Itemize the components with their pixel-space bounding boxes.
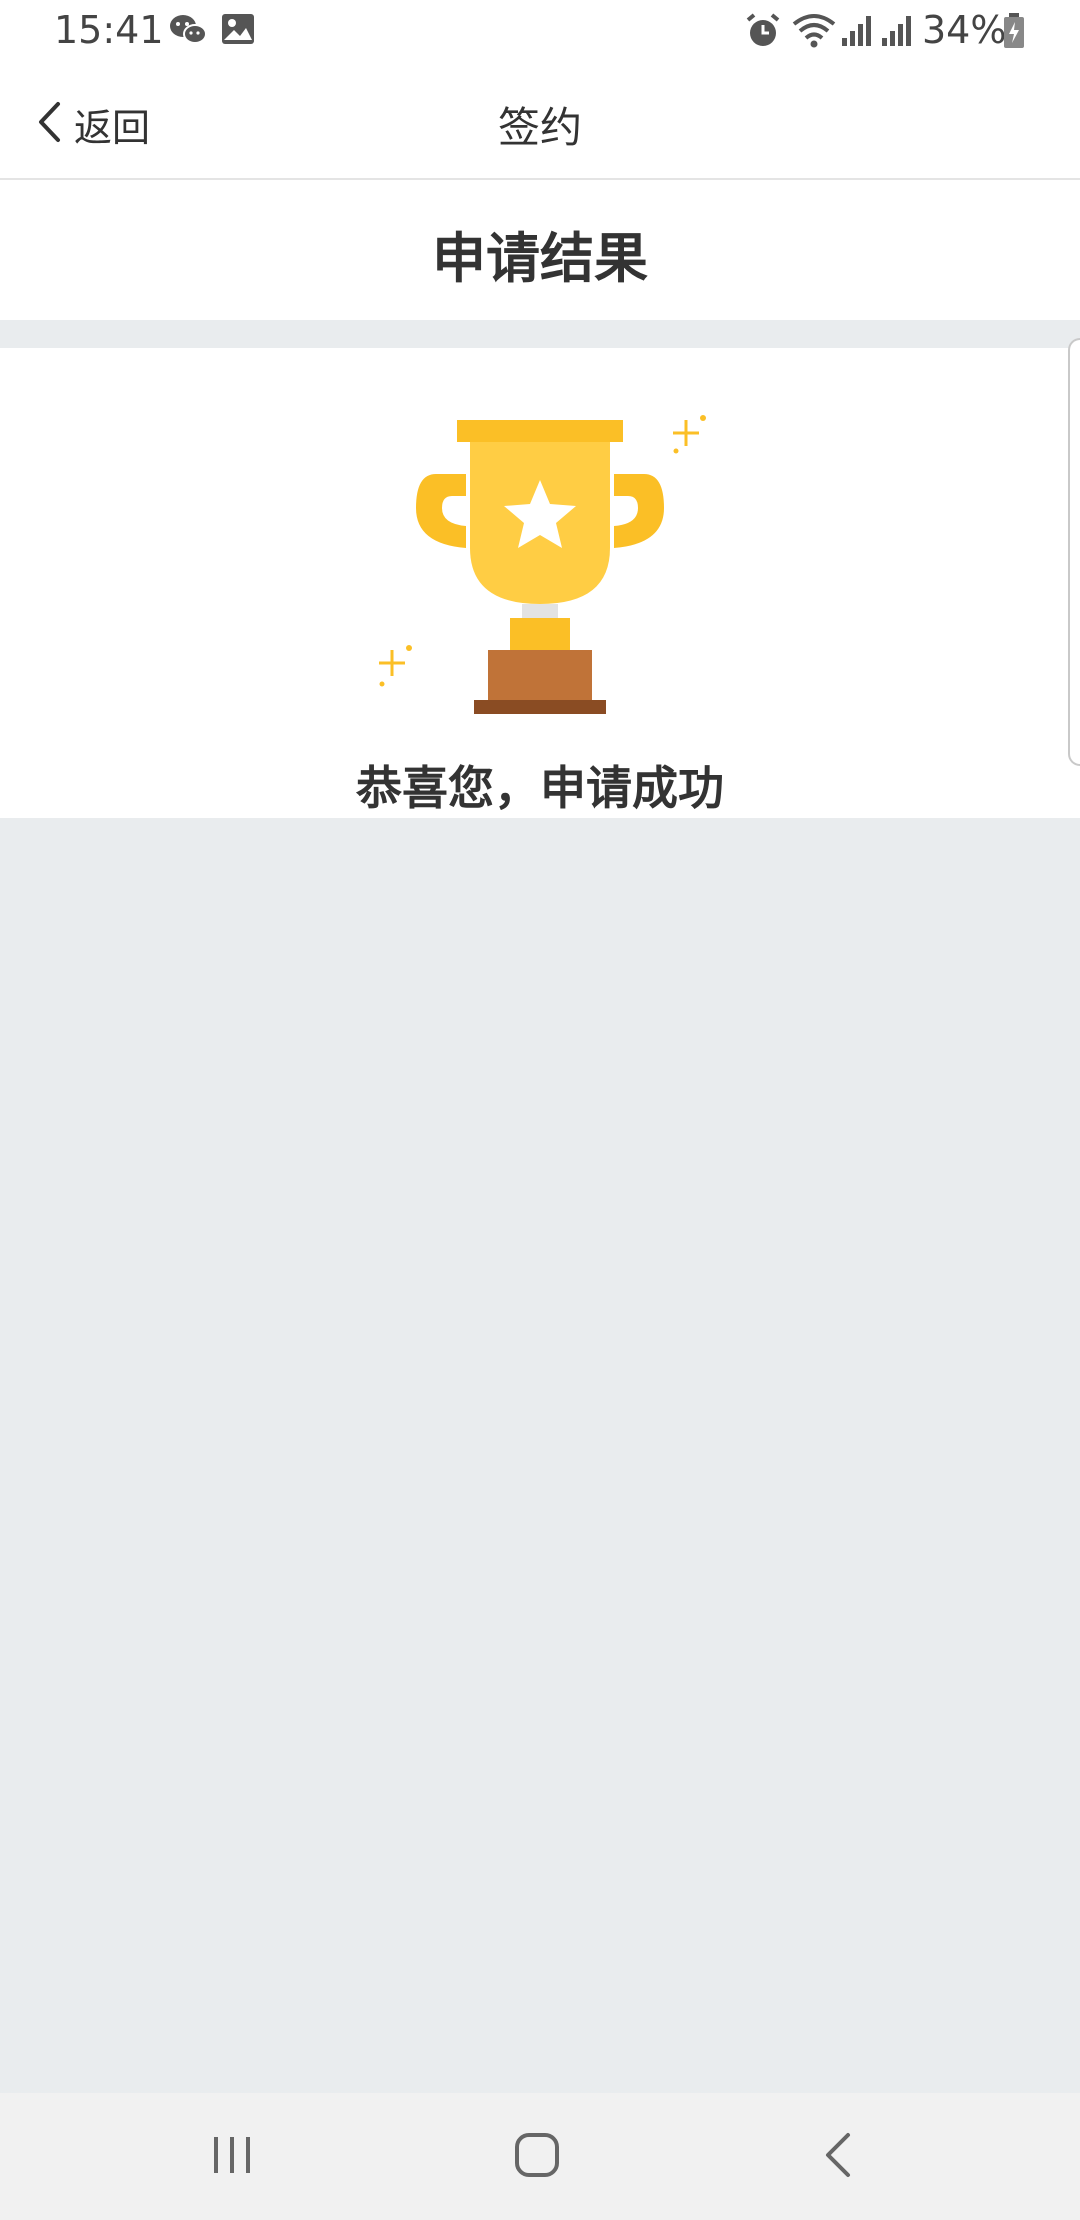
result-title: 申请结果 <box>432 227 648 290</box>
battery-charging-icon <box>1002 12 1026 54</box>
status-bar: 15:41 34% <box>0 0 1080 64</box>
wifi-icon <box>792 12 836 54</box>
result-header: 申请结果 <box>0 180 1080 320</box>
trophy-icon <box>370 378 710 728</box>
signal-icon <box>880 12 916 52</box>
battery-percent: 34% <box>922 8 1007 52</box>
edge-panel-handle[interactable] <box>1068 338 1080 766</box>
gallery-icon <box>220 12 256 50</box>
page-title: 签约 <box>497 103 582 152</box>
nav-header: 返回 签约 <box>0 64 1080 180</box>
success-message: 恭喜您，申请成功 <box>356 761 724 815</box>
status-time: 15:41 <box>54 8 164 52</box>
alarm-icon <box>744 12 782 54</box>
signal-icon <box>840 12 876 52</box>
wechat-icon <box>168 12 208 52</box>
success-card: 恭喜您，申请成功 <box>0 348 1080 818</box>
home-icon[interactable] <box>513 2131 561 2183</box>
recent-apps-icon[interactable] <box>210 2131 254 2183</box>
system-nav-bar <box>0 2093 1080 2220</box>
back-icon[interactable] <box>820 2131 856 2183</box>
